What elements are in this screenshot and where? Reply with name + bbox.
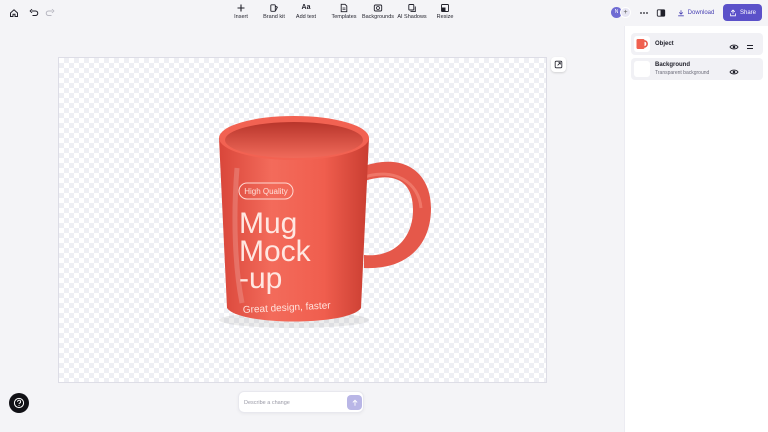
mug-title-line-3: -up <box>239 262 282 295</box>
panel-toggle-icon[interactable] <box>653 5 669 21</box>
layer-settings-icon[interactable] <box>745 39 755 49</box>
eye-icon[interactable] <box>729 39 739 50</box>
share-button[interactable]: Share <box>723 4 762 21</box>
download-button[interactable]: Download <box>672 4 719 21</box>
design-canvas[interactable]: High Quality Mug Mock -up Great design, … <box>58 57 547 383</box>
canvas-options-button[interactable] <box>551 57 566 72</box>
home-icon[interactable] <box>6 5 22 21</box>
help-button[interactable] <box>9 393 29 413</box>
top-toolbar: Insert Brand kit Aa Add text Templates B… <box>0 0 768 26</box>
help-icon <box>13 397 25 409</box>
mug-badge-text: High Quality <box>244 187 288 196</box>
invite-collaborator-button[interactable]: + <box>620 7 631 18</box>
download-icon <box>677 9 684 16</box>
expand-icon <box>554 60 563 69</box>
share-label: Share <box>739 9 756 16</box>
send-button[interactable] <box>347 395 362 410</box>
describe-change-box <box>238 391 364 413</box>
brand-kit-icon <box>270 4 279 12</box>
resize-label: Resize <box>436 14 454 20</box>
plus-icon <box>237 4 245 12</box>
resize-tool[interactable]: Resize <box>423 3 467 20</box>
download-label: Download <box>687 9 715 16</box>
layer-background[interactable]: Background Transparent background <box>631 58 763 80</box>
layer-object-name: Object <box>655 41 674 47</box>
undo-icon[interactable] <box>26 5 42 21</box>
more-options-icon[interactable] <box>636 5 652 21</box>
layer-object[interactable]: Object <box>631 33 763 55</box>
templates-icon <box>340 3 348 13</box>
object-thumbnail <box>634 36 650 52</box>
redo-icon[interactable] <box>42 5 58 21</box>
background-thumbnail <box>634 61 650 77</box>
resize-icon <box>441 4 449 12</box>
share-icon <box>730 8 736 16</box>
describe-change-input[interactable] <box>244 397 344 409</box>
backgrounds-icon <box>373 4 383 12</box>
layer-background-subtitle: Transparent background <box>655 70 710 76</box>
layer-background-name: Background <box>655 62 691 68</box>
arrow-up-icon <box>352 399 357 406</box>
layers-panel: Object Background Transparent background <box>624 26 768 432</box>
eye-icon[interactable] <box>729 64 739 75</box>
shadows-icon <box>408 4 416 13</box>
mug-image[interactable]: High Quality Mug Mock -up Great design, … <box>209 108 439 338</box>
